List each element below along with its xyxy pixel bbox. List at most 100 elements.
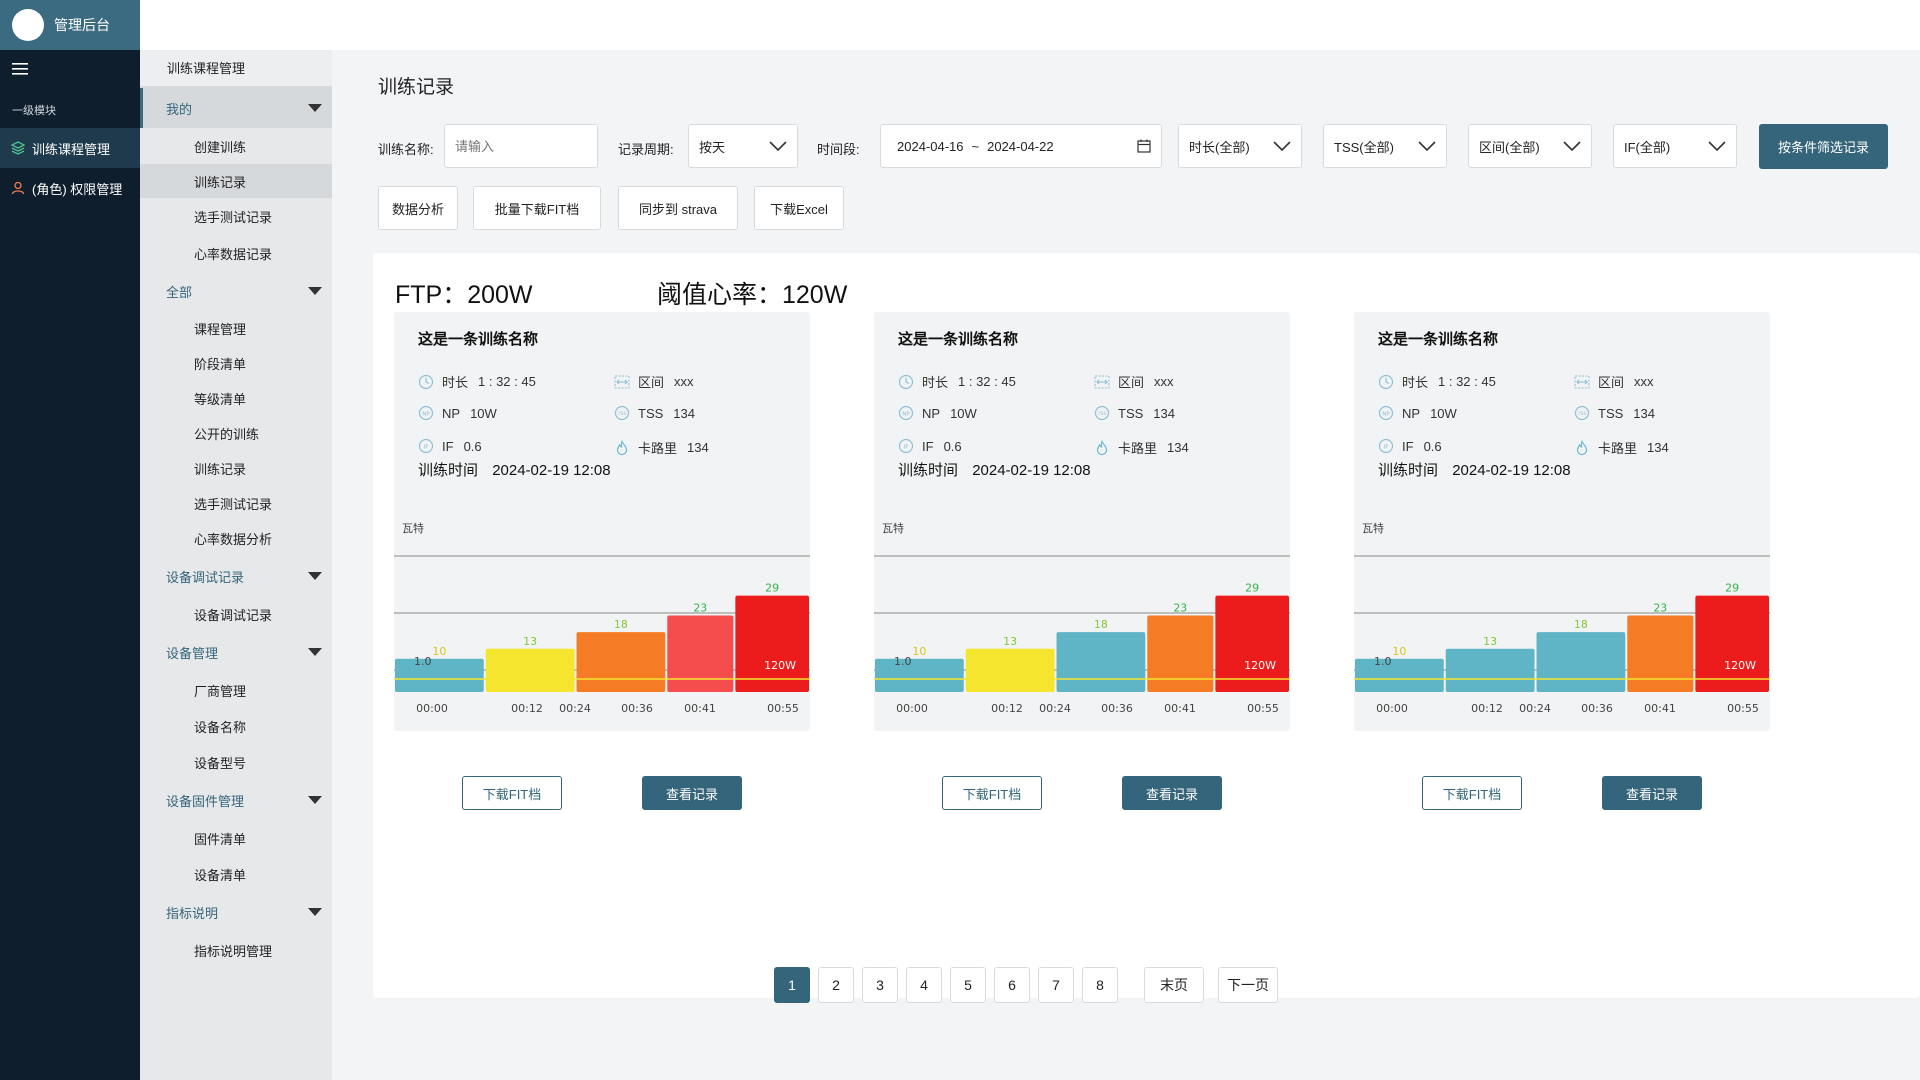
x-tick-label: 00:24 xyxy=(559,702,591,712)
submenu-item[interactable]: 设备名称 xyxy=(140,708,332,744)
submenu-group-device-debug[interactable]: 设备调试记录 xyxy=(140,556,332,596)
page-button[interactable]: 3 xyxy=(862,967,898,1003)
submenu-item[interactable]: 创建训练 xyxy=(140,128,332,164)
main-content: 训练记录 训练名称: 记录周期: 按天 时间段: 2024-04-16 ~ 20… xyxy=(332,50,1920,1080)
last-page-button[interactable]: 末页 xyxy=(1144,967,1204,1003)
if-badge-icon: IF xyxy=(418,438,434,454)
metric-label: 卡路里 xyxy=(638,441,678,456)
metric-zone: 区间 xxx xyxy=(1094,372,1174,391)
download-fit-button[interactable]: 下载FIT档 xyxy=(462,776,562,810)
range-separator: ~ xyxy=(971,138,980,154)
download-excel-button[interactable]: 下载Excel xyxy=(754,186,844,230)
metric-np: NP NP 10W xyxy=(898,405,977,421)
submenu-item[interactable]: 等级清单 xyxy=(140,381,332,416)
submenu-item[interactable]: 阶段清单 xyxy=(140,346,332,381)
zone-select[interactable]: 区间(全部) xyxy=(1468,124,1592,168)
submenu-item[interactable]: 设备型号 xyxy=(140,744,332,780)
x-tick-label: 00:41 xyxy=(1644,702,1676,712)
app-title: 管理后台 xyxy=(54,17,110,33)
sync-strava-button[interactable]: 同步到 strava xyxy=(618,186,738,230)
submenu-item[interactable]: 设备清单 xyxy=(140,856,332,892)
submenu-item[interactable]: 设备调试记录 xyxy=(140,596,332,632)
submenu-group-device-mgmt[interactable]: 设备管理 xyxy=(140,632,332,672)
if-select[interactable]: IF(全部) xyxy=(1613,124,1737,168)
submenu-item[interactable]: 课程管理 xyxy=(140,310,332,346)
x-tick-label: 00:55 xyxy=(1727,702,1759,712)
training-time-label: 训练时间 xyxy=(898,462,959,479)
data-analysis-button[interactable]: 数据分析 xyxy=(378,186,458,230)
submenu-group-mine[interactable]: 我的 xyxy=(140,88,332,128)
submenu-item[interactable]: 公开的训练 xyxy=(140,416,332,451)
x-tick-label: 00:55 xyxy=(1247,702,1279,712)
metric-if: IF IF 0.6 xyxy=(418,438,482,454)
submenu-group-firmware[interactable]: 设备固件管理 xyxy=(140,780,332,820)
view-record-button[interactable]: 查看记录 xyxy=(1602,776,1702,810)
metric-value: 0.6 xyxy=(943,438,962,454)
duration-select[interactable]: 时长(全部) xyxy=(1178,124,1302,168)
training-card: 这是一条训练名称 时长 1 : 32 : 45 区间 xxx NP NP 10W… xyxy=(874,312,1290,810)
if-badge-icon: IF xyxy=(898,438,914,454)
power-bar xyxy=(667,615,734,692)
metric-value: 134 xyxy=(1153,405,1175,421)
submenu-item[interactable]: 选手测试记录 xyxy=(140,486,332,521)
name-filter-input[interactable] xyxy=(444,124,598,168)
view-record-button[interactable]: 查看记录 xyxy=(1122,776,1222,810)
page-button[interactable]: 5 xyxy=(950,967,986,1003)
page-button[interactable]: 2 xyxy=(818,967,854,1003)
batch-download-fit-button[interactable]: 批量下载FIT档 xyxy=(473,186,601,230)
metric-value: xxx xyxy=(1154,374,1174,389)
svg-text:IF: IF xyxy=(904,444,909,450)
submenu-item[interactable]: 选手测试记录 xyxy=(140,198,332,235)
submenu-item-active[interactable]: 训练记录 xyxy=(140,164,332,198)
submenu-item[interactable]: 训练记录 xyxy=(140,451,332,486)
submenu-group-label: 设备固件管理 xyxy=(166,793,245,809)
submenu-item[interactable]: 指标说明管理 xyxy=(140,932,332,968)
page-title: 训练记录 xyxy=(378,77,455,98)
bar-value-label: 29 xyxy=(1725,582,1739,595)
rail-item-training[interactable]: 训练课程管理 xyxy=(0,128,140,168)
svg-text:NP: NP xyxy=(1382,411,1390,417)
page-button[interactable]: 8 xyxy=(1082,967,1118,1003)
svg-text:IF: IF xyxy=(424,444,429,450)
submenu-item[interactable]: 厂商管理 xyxy=(140,672,332,708)
date-range-picker[interactable]: 2024-04-16 ~ 2024-04-22 xyxy=(880,124,1162,168)
rail-item-permissions[interactable]: (角色) 权限管理 xyxy=(0,168,140,208)
metric-value: 134 xyxy=(1167,440,1189,455)
submenu-group-metrics[interactable]: 指标说明 xyxy=(140,892,332,932)
metric-label: 时长 xyxy=(1402,375,1429,390)
caret-down-icon xyxy=(308,287,322,295)
page-button[interactable]: 6 xyxy=(994,967,1030,1003)
download-fit-button[interactable]: 下载FIT档 xyxy=(942,776,1042,810)
view-record-button[interactable]: 查看记录 xyxy=(642,776,742,810)
submenu-item[interactable]: 固件清单 xyxy=(140,820,332,856)
tss-select[interactable]: TSS(全部) xyxy=(1323,124,1447,168)
page-button-current[interactable]: 1 xyxy=(774,967,810,1003)
next-page-button[interactable]: 下一页 xyxy=(1218,967,1278,1003)
download-fit-button[interactable]: 下载FIT档 xyxy=(1422,776,1522,810)
page-button[interactable]: 4 xyxy=(906,967,942,1003)
x-tick-label: 00:55 xyxy=(767,702,799,712)
submenu-item[interactable]: 心率数据记录 xyxy=(140,235,332,272)
menu-toggle-button[interactable] xyxy=(0,50,140,88)
submenu-item[interactable]: 心率数据分析 xyxy=(140,521,332,556)
caret-down-icon xyxy=(308,908,322,916)
metric-value: 134 xyxy=(687,440,709,455)
chevron-down-icon xyxy=(1563,141,1581,151)
threshold-label: 120W xyxy=(1724,659,1756,672)
tss-badge-icon: TSS xyxy=(1094,405,1110,421)
card-title: 这是一条训练名称 xyxy=(898,331,1019,348)
metric-duration: 时长 1 : 32 : 45 xyxy=(418,372,536,391)
caret-down-icon xyxy=(308,104,322,112)
metric-label: 卡路里 xyxy=(1598,441,1638,456)
submenu-group-all[interactable]: 全部 xyxy=(140,272,332,310)
power-bar xyxy=(485,648,575,692)
metric-if: IF IF 0.6 xyxy=(1378,438,1442,454)
avatar[interactable] xyxy=(12,9,44,41)
page-button[interactable]: 7 xyxy=(1038,967,1074,1003)
filter-submit-button[interactable]: 按条件筛选记录 xyxy=(1759,124,1888,169)
bar-value-label: 23 xyxy=(1173,602,1187,615)
period-select[interactable]: 按天 xyxy=(688,124,798,168)
layers-icon xyxy=(10,140,26,156)
duration-select-value: 时长(全部) xyxy=(1189,139,1250,155)
np-badge-icon: NP xyxy=(418,405,434,421)
